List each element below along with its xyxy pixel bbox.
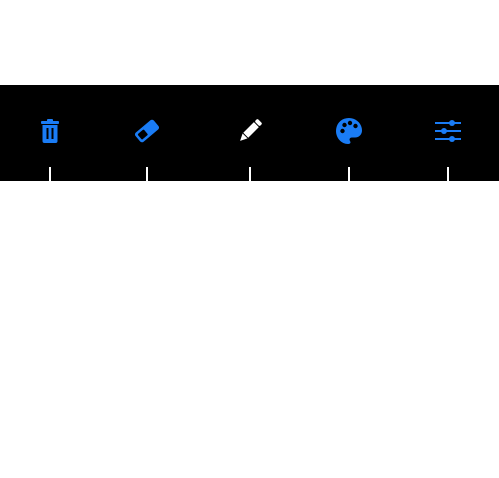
- tool-tick-mark: [146, 167, 148, 181]
- palette-icon: [334, 116, 364, 146]
- tool-tick-mark: [447, 167, 449, 181]
- palette-tool-button[interactable]: [319, 85, 379, 181]
- pencil-tool-button[interactable]: [220, 85, 280, 181]
- trash-icon: [35, 116, 65, 146]
- eraser-icon: [132, 116, 162, 146]
- delete-tool-button[interactable]: [20, 85, 80, 181]
- tool-tick-mark: [249, 167, 251, 181]
- sliders-icon: [433, 116, 463, 146]
- adjustments-tool-button[interactable]: [418, 85, 478, 181]
- pencil-icon: [235, 116, 265, 146]
- tool-tick-mark: [49, 167, 51, 181]
- eraser-tool-button[interactable]: [117, 85, 177, 181]
- tool-tick-mark: [348, 167, 350, 181]
- drawing-toolbar: [0, 85, 499, 181]
